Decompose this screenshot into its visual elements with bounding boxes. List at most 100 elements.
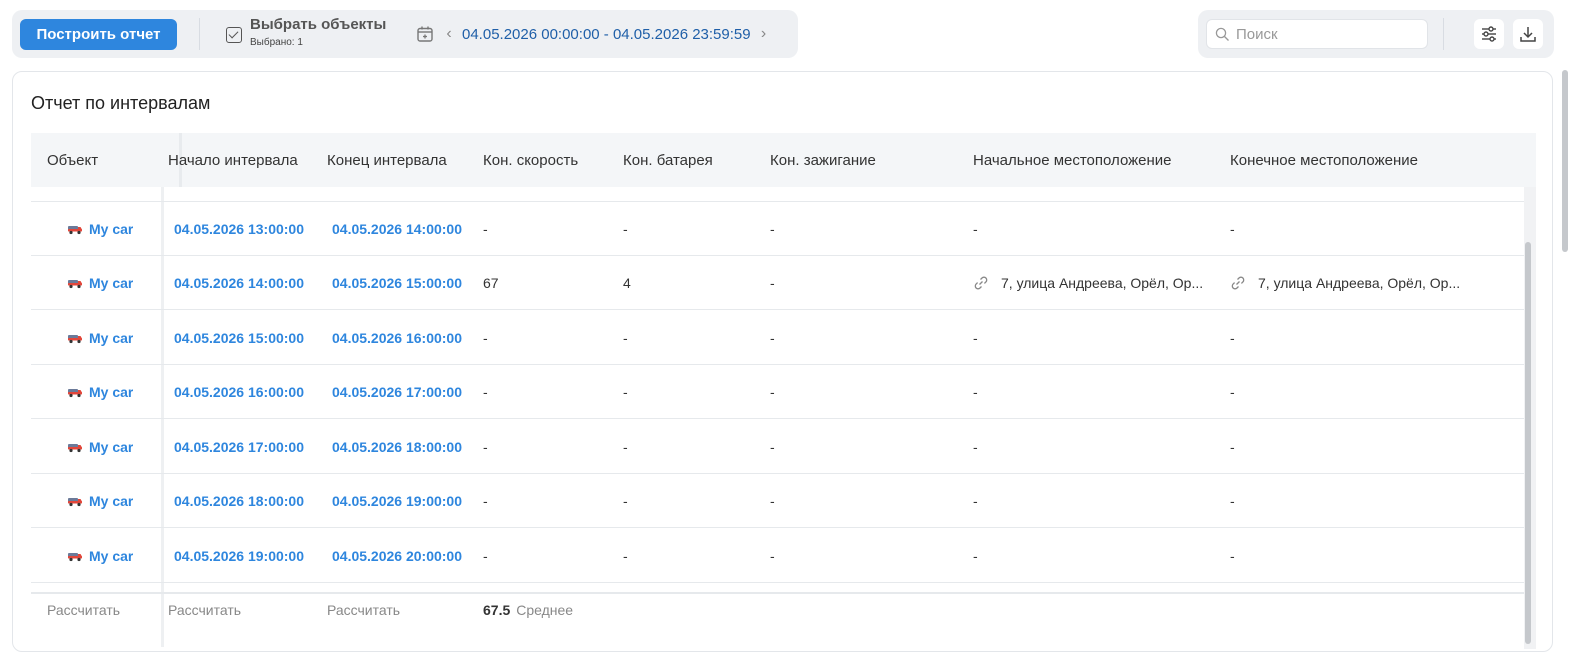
calculate-start[interactable]: Рассчитать: [168, 602, 241, 618]
start-location-cell[interactable]: -: [973, 365, 1218, 419]
object-link[interactable]: My car: [89, 330, 133, 346]
table-row: My car 04.05.2026 19:00:00 04.05.2026 20…: [31, 529, 1524, 583]
end-cell[interactable]: 04.05.2026 16:00:00: [332, 311, 462, 365]
column-header-ignition[interactable]: Кон. зажигание: [770, 152, 876, 169]
start-cell[interactable]: 04.05.2026 17:00:00: [174, 420, 304, 474]
object-cell[interactable]: My car: [67, 474, 133, 528]
download-button[interactable]: [1513, 19, 1543, 49]
object-cell[interactable]: My car: [67, 202, 133, 256]
chevron-left-icon[interactable]: ‹: [442, 24, 456, 44]
object-link[interactable]: My car: [89, 548, 133, 564]
ignition-value: -: [770, 438, 775, 455]
column-header-object[interactable]: Объект: [47, 152, 98, 169]
start-location-cell[interactable]: 7, улица Андреева, Орёл, Ор...: [973, 256, 1218, 310]
end-time-link[interactable]: 04.05.2026 16:00:00: [332, 330, 462, 346]
start-location-cell[interactable]: -: [973, 529, 1218, 583]
start-cell[interactable]: 04.05.2026 19:00:00: [174, 529, 304, 583]
object-cell[interactable]: My car: [67, 529, 133, 583]
object-cell[interactable]: My car: [67, 365, 133, 419]
build-report-button[interactable]: Построить отчет: [20, 19, 177, 50]
report-toolbar: Построить отчет Выбрать объекты Выбрано:…: [12, 10, 798, 58]
object-link[interactable]: My car: [89, 493, 133, 509]
ignition-value: -: [770, 220, 775, 237]
end-time-link[interactable]: 04.05.2026 14:00:00: [332, 221, 462, 237]
end-cell[interactable]: 04.05.2026 17:00:00: [332, 365, 462, 419]
end-time-link[interactable]: 04.05.2026 19:00:00: [332, 493, 462, 509]
calculate-end[interactable]: Рассчитать: [327, 602, 400, 618]
date-range-picker[interactable]: ‹ 04.05.2026 00:00:00 - 04.05.2026 23:59…: [416, 23, 771, 45]
start-time-link[interactable]: 04.05.2026 17:00:00: [174, 439, 304, 455]
search-input[interactable]: [1236, 25, 1416, 43]
start-cell[interactable]: 04.05.2026 14:00:00: [174, 256, 304, 310]
object-link[interactable]: My car: [89, 275, 133, 291]
car-icon: [68, 552, 82, 561]
object-cell[interactable]: My car: [67, 420, 133, 474]
start-location-cell[interactable]: -: [973, 311, 1218, 365]
start-location-cell[interactable]: -: [973, 420, 1218, 474]
end-cell[interactable]: 04.05.2026 18:00:00: [332, 420, 462, 474]
start-time-link[interactable]: 04.05.2026 14:00:00: [174, 275, 304, 291]
start-time-link[interactable]: 04.05.2026 16:00:00: [174, 384, 304, 400]
end-location-cell[interactable]: -: [1230, 311, 1475, 365]
end-time-link[interactable]: 04.05.2026 18:00:00: [332, 439, 462, 455]
end-time-link[interactable]: 04.05.2026 20:00:00: [332, 548, 462, 564]
object-link[interactable]: My car: [89, 384, 133, 400]
page-scrollbar-thumb[interactable]: [1562, 70, 1568, 252]
battery-value: -: [623, 220, 628, 237]
end-cell[interactable]: 04.05.2026 14:00:00: [332, 202, 462, 256]
end-location-cell[interactable]: -: [1230, 365, 1475, 419]
select-objects-button[interactable]: Выбрать объекты Выбрано: 1: [226, 16, 386, 52]
start-cell[interactable]: 04.05.2026 16:00:00: [174, 365, 304, 419]
calculate-object[interactable]: Рассчитать: [47, 602, 120, 618]
speed-aggregate[interactable]: 67.5 Среднее: [483, 602, 573, 618]
start-location-cell[interactable]: -: [973, 202, 1218, 256]
speed-value: -: [483, 220, 488, 237]
table-scrollbar-thumb[interactable]: [1525, 242, 1531, 644]
object-link[interactable]: My car: [89, 221, 133, 237]
speed-cell: -: [483, 474, 488, 528]
location-value: -: [1230, 493, 1235, 509]
end-cell[interactable]: 04.05.2026 20:00:00: [332, 529, 462, 583]
column-header-end[interactable]: Конец интервала: [327, 152, 447, 169]
car-icon: [68, 498, 82, 507]
ignition-cell: -: [770, 529, 775, 583]
start-time-link[interactable]: 04.05.2026 18:00:00: [174, 493, 304, 509]
address-link[interactable]: 7, улица Андреева, Орёл, Ор...: [1258, 275, 1460, 291]
end-location-cell[interactable]: 7, улица Андреева, Орёл, Ор...: [1230, 256, 1475, 310]
speed-cell: -: [483, 311, 488, 365]
date-range-text[interactable]: 04.05.2026 00:00:00 - 04.05.2026 23:59:5…: [462, 26, 751, 43]
calendar-icon[interactable]: [416, 25, 434, 43]
end-location-cell[interactable]: -: [1230, 474, 1475, 528]
battery-value: -: [623, 384, 628, 400]
object-cell[interactable]: My car: [67, 311, 133, 365]
column-header-start-location[interactable]: Начальное местоположение: [973, 152, 1172, 169]
object-link[interactable]: My car: [89, 439, 133, 455]
end-time-link[interactable]: 04.05.2026 17:00:00: [332, 384, 462, 400]
link-icon: [974, 276, 988, 290]
end-time-link[interactable]: 04.05.2026 15:00:00: [332, 275, 462, 291]
start-time-link[interactable]: 04.05.2026 15:00:00: [174, 330, 304, 346]
end-cell[interactable]: 04.05.2026 19:00:00: [332, 474, 462, 528]
end-location-cell[interactable]: -: [1230, 420, 1475, 474]
object-cell[interactable]: My car: [67, 256, 133, 310]
end-location-cell[interactable]: -: [1230, 202, 1475, 256]
ignition-cell: -: [770, 202, 775, 256]
start-cell[interactable]: 04.05.2026 13:00:00: [174, 202, 304, 256]
start-cell[interactable]: 04.05.2026 18:00:00: [174, 474, 304, 528]
end-location-cell[interactable]: -: [1230, 529, 1475, 583]
search-box[interactable]: [1206, 19, 1428, 49]
start-time-link[interactable]: 04.05.2026 19:00:00: [174, 548, 304, 564]
start-cell[interactable]: 04.05.2026 15:00:00: [174, 311, 304, 365]
address-link[interactable]: 7, улица Андреева, Орёл, Ор...: [1001, 275, 1203, 291]
start-location-cell[interactable]: -: [973, 474, 1218, 528]
column-header-battery[interactable]: Кон. батарея: [623, 152, 713, 169]
table-row: My car 04.05.2026 15:00:00 04.05.2026 16…: [31, 311, 1524, 365]
chevron-right-icon[interactable]: ›: [757, 24, 771, 44]
table-row: My car 04.05.2026 16:00:00 04.05.2026 17…: [31, 365, 1524, 419]
column-header-end-location[interactable]: Конечное местоположение: [1230, 152, 1418, 169]
start-time-link[interactable]: 04.05.2026 13:00:00: [174, 221, 304, 237]
end-cell[interactable]: 04.05.2026 15:00:00: [332, 256, 462, 310]
column-header-start[interactable]: Начало интервала: [168, 152, 298, 169]
column-header-speed[interactable]: Кон. скорость: [483, 152, 578, 169]
settings-button[interactable]: [1474, 19, 1504, 49]
